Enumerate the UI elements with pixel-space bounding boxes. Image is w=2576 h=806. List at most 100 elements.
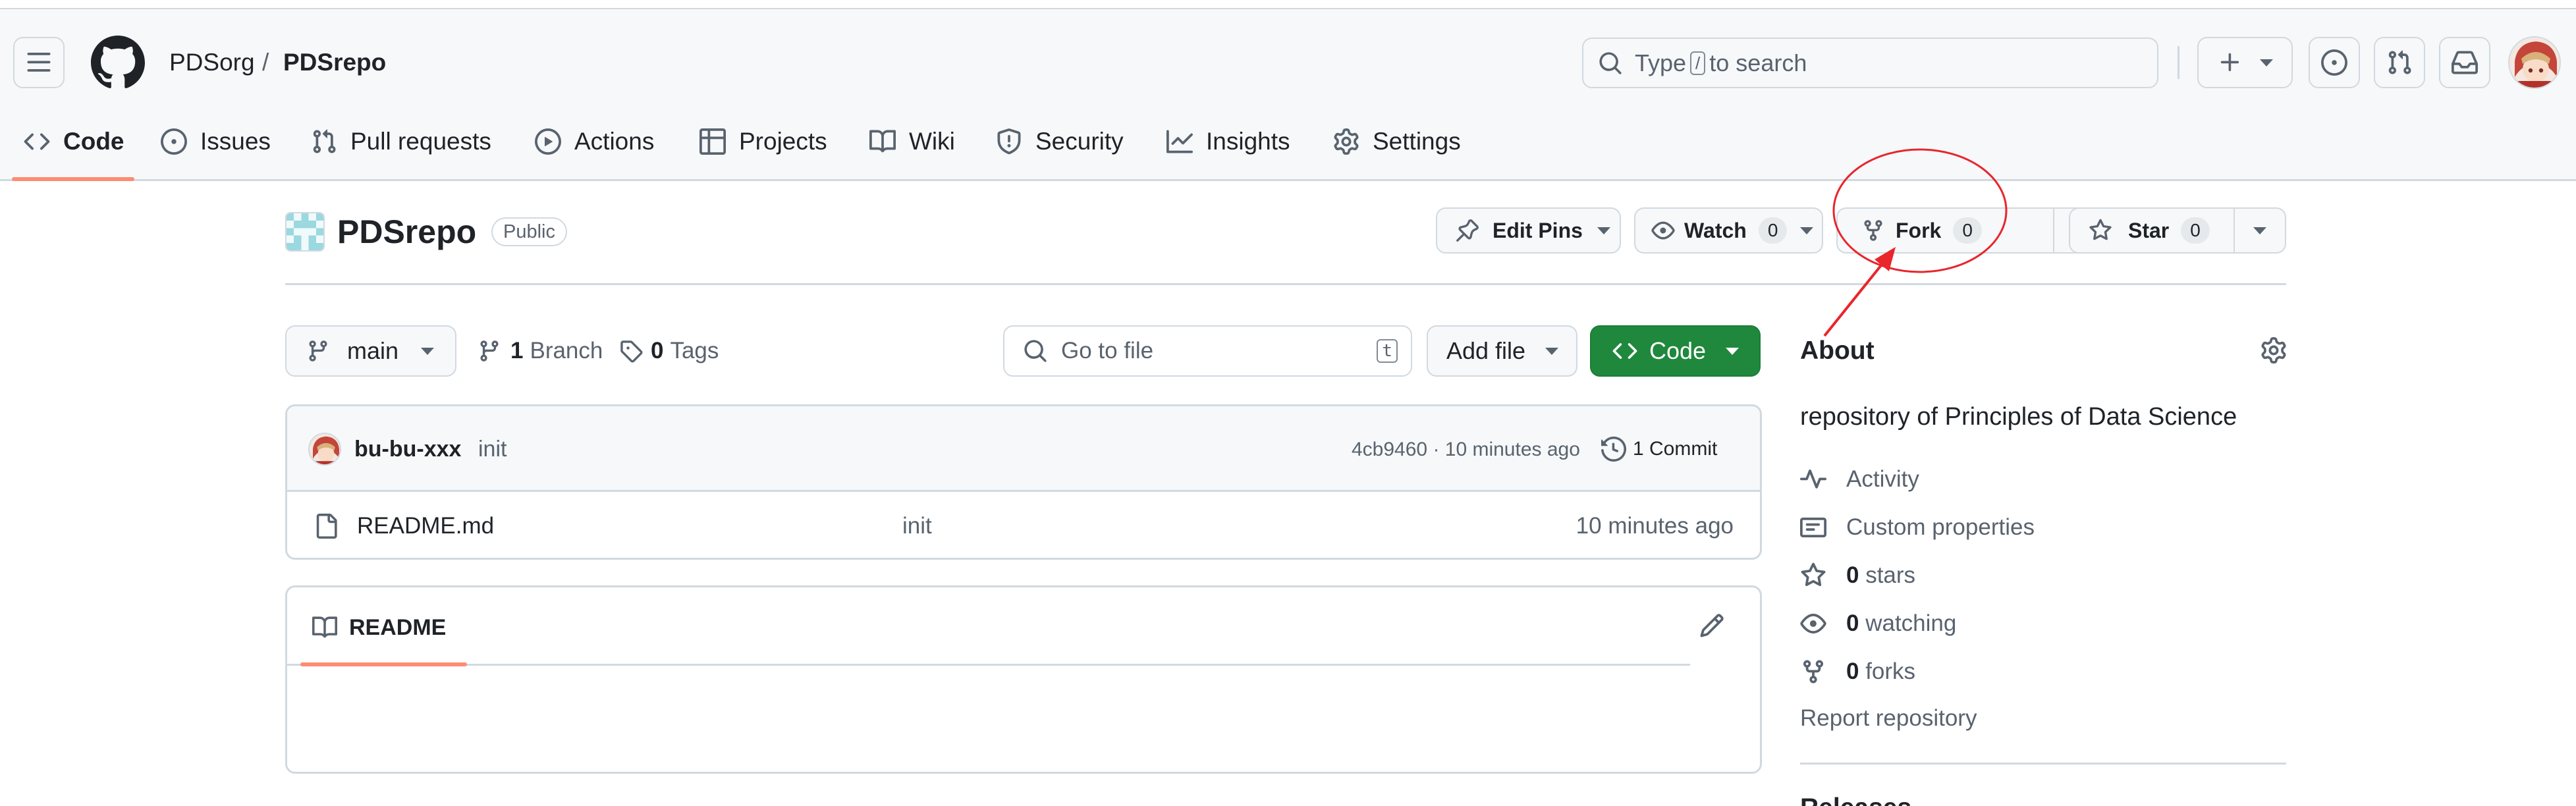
- forks-link[interactable]: 0 forks: [1800, 655, 1915, 688]
- watch-button[interactable]: Watch 0: [1634, 207, 1823, 254]
- commit-author-avatar[interactable]: [308, 433, 341, 466]
- breadcrumb-repo[interactable]: PDSrepo: [283, 46, 386, 79]
- about-divider: [1800, 763, 2286, 765]
- tab-security[interactable]: Security: [996, 122, 1124, 161]
- gear-icon: [1333, 128, 1359, 155]
- watch-count: 0: [1758, 217, 1788, 244]
- releases-heading[interactable]: Releases: [1800, 793, 1911, 806]
- book-icon: [869, 128, 896, 155]
- inbox-button[interactable]: [2439, 37, 2490, 88]
- readme-tab[interactable]: README: [312, 612, 446, 643]
- add-file-button[interactable]: Add file: [1427, 325, 1577, 377]
- watching-link[interactable]: 0 watching: [1800, 607, 1956, 640]
- github-logo-icon[interactable]: [91, 36, 145, 90]
- issue-opened-icon: [2321, 49, 2347, 76]
- eye-icon: [1800, 610, 1826, 637]
- fork-count: 0: [1953, 217, 1982, 244]
- plus-icon: [2218, 50, 2243, 75]
- breadcrumb-org[interactable]: PDSorg: [169, 46, 255, 79]
- chevron-down-icon: [1597, 227, 1610, 234]
- branches-link[interactable]: 1 Branch: [478, 336, 603, 366]
- git-pull-request-icon: [311, 128, 337, 155]
- repo-title[interactable]: PDSrepo: [337, 212, 476, 252]
- readme-tab-label: README: [349, 614, 447, 640]
- file-commit-message[interactable]: init: [902, 512, 932, 540]
- code-dropdown-button[interactable]: Code: [1590, 325, 1761, 377]
- tags-link[interactable]: 0 Tags: [619, 336, 719, 366]
- graph-icon: [1166, 128, 1193, 155]
- repo-forked-icon: [1800, 658, 1826, 685]
- go-to-file-input[interactable]: Go to file t: [1003, 325, 1412, 377]
- forks-count: 0: [1846, 658, 1859, 684]
- branch-selector[interactable]: main: [285, 325, 456, 377]
- tags-count: 0: [651, 338, 664, 363]
- edit-pins-label: Edit Pins: [1493, 218, 1583, 242]
- chevron-down-icon: [1726, 347, 1740, 355]
- tab-pull-requests[interactable]: Pull requests: [311, 122, 491, 161]
- stars-link[interactable]: 0 stars: [1800, 559, 1915, 592]
- chevron-down-icon: [2253, 227, 2266, 234]
- global-search-input[interactable]: Type / to search: [1582, 38, 2158, 88]
- latest-commit-row: bu-bu-xxx init 4cb9460 · 10 minutes ago …: [287, 406, 1760, 492]
- file-name[interactable]: README.md: [357, 512, 494, 540]
- custom-properties-label: Custom properties: [1846, 514, 2035, 540]
- tab-insights[interactable]: Insights: [1166, 122, 1290, 161]
- file-icon: [314, 514, 339, 539]
- pencil-icon[interactable]: [1699, 612, 1725, 639]
- tab-wiki[interactable]: Wiki: [869, 122, 955, 161]
- issue-opened-icon: [161, 128, 187, 155]
- eye-icon: [1651, 219, 1675, 242]
- search-placeholder-suffix: to search: [1709, 49, 1807, 76]
- repo-description: repository of Principles of Data Science: [1800, 403, 2237, 431]
- star-dropdown-button[interactable]: [2233, 207, 2286, 254]
- repo-forked-icon: [1861, 219, 1885, 242]
- tab-code[interactable]: Code: [24, 122, 124, 161]
- book-icon: [312, 615, 337, 640]
- star-icon: [2089, 219, 2112, 242]
- report-repository-link[interactable]: Report repository: [1800, 703, 1977, 734]
- issues-shortcut-button[interactable]: [2309, 37, 2360, 88]
- table-icon: [699, 128, 726, 155]
- shield-icon: [996, 128, 1022, 155]
- go-to-file-shortcut: t: [1377, 339, 1398, 363]
- header-divider: [2178, 46, 2179, 79]
- chevron-down-icon: [1545, 347, 1559, 355]
- commit-message[interactable]: init: [478, 436, 507, 462]
- tab-actions[interactable]: Actions: [535, 122, 654, 161]
- file-row[interactable]: README.md init 10 minutes ago: [287, 494, 1760, 558]
- file-commit-time: 10 minutes ago: [1576, 513, 1734, 539]
- tab-label: Security: [1035, 128, 1124, 155]
- star-label: Star: [2128, 218, 2170, 242]
- hamburger-icon: [26, 49, 52, 76]
- forks-label: forks: [1865, 658, 1916, 684]
- visibility-badge: Public: [491, 217, 567, 246]
- star-icon: [1800, 562, 1826, 589]
- commit-author[interactable]: bu-bu-xxx: [354, 436, 461, 462]
- custom-properties-link[interactable]: Custom properties: [1800, 511, 2035, 544]
- about-settings-gear-icon[interactable]: [2261, 337, 2287, 363]
- fork-button[interactable]: Fork 0: [1836, 207, 2054, 254]
- tab-label: Insights: [1206, 128, 1290, 155]
- about-heading: About: [1800, 336, 1875, 365]
- activity-link[interactable]: Activity: [1800, 463, 1919, 496]
- commits-history-link[interactable]: 1 Commit: [1601, 434, 1717, 464]
- user-avatar[interactable]: [2508, 36, 2561, 89]
- menu-button[interactable]: [13, 37, 65, 88]
- play-icon: [535, 128, 561, 155]
- commit-hash-time[interactable]: 4cb9460 · 10 minutes ago: [1352, 438, 1580, 462]
- search-icon: [1598, 51, 1623, 76]
- tab-label: Projects: [739, 128, 827, 155]
- git-branch-icon: [306, 339, 330, 363]
- readme-tab-underline: [300, 662, 467, 666]
- edit-pins-button[interactable]: Edit Pins: [1436, 207, 1621, 254]
- pull-requests-shortcut-button[interactable]: [2374, 37, 2425, 88]
- chevron-down-icon: [2259, 59, 2273, 67]
- tab-settings[interactable]: Settings: [1333, 122, 1461, 161]
- app-header: PDSorg / PDSrepo Type / to search Code I…: [0, 0, 2576, 181]
- tab-issues[interactable]: Issues: [161, 122, 271, 161]
- star-button[interactable]: Star 0: [2069, 207, 2235, 254]
- stars-count: 0: [1846, 562, 1859, 588]
- tab-projects[interactable]: Projects: [699, 122, 827, 161]
- create-new-button[interactable]: [2197, 37, 2293, 88]
- watch-label: Watch: [1684, 218, 1747, 242]
